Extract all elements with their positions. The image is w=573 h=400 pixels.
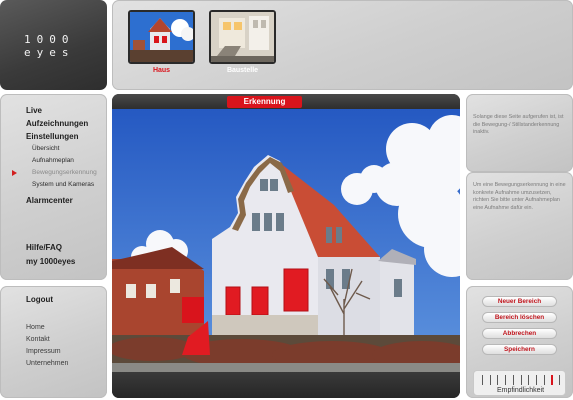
camera-thumbnail-baustelle[interactable]: [209, 10, 276, 64]
save-button[interactable]: Speichern: [482, 344, 557, 355]
footer-link-home[interactable]: Home: [26, 324, 45, 331]
sensitivity-tick: [482, 375, 483, 385]
new-area-button[interactable]: Neuer Bereich: [482, 296, 557, 307]
camera-image[interactable]: [112, 109, 460, 372]
footer-link-kontakt[interactable]: Kontakt: [26, 336, 50, 343]
cancel-button[interactable]: Abbrechen: [482, 328, 557, 339]
nav-subitem-bewegungserkennung[interactable]: Bewegungserkennung: [32, 169, 97, 176]
nav-item-live[interactable]: Live: [26, 106, 42, 115]
logout-link[interactable]: Logout: [26, 295, 53, 304]
sensitivity-tick: [543, 375, 545, 385]
tab-erkennung[interactable]: Erkennung: [227, 96, 302, 108]
footer-link-impressum[interactable]: Impressum: [26, 348, 61, 355]
sensitivity-tick: [489, 375, 491, 385]
sensitivity-tick: [559, 375, 560, 385]
camera-thumbnail-bar: Haus Baustelle: [112, 0, 573, 90]
sensitivity-tick: [512, 375, 514, 385]
sensitivity-tick: [505, 375, 507, 385]
main-navigation: Live Aufzeichnungen Einstellungen Übersi…: [0, 94, 107, 280]
nav-item-alarmcenter[interactable]: Alarmcenter: [26, 196, 73, 205]
info-panel-inactive: Solange diese Seite aufgerufen ist, ist …: [466, 94, 573, 172]
thumbnail-label-haus: Haus: [152, 67, 171, 74]
nav-subitem-system-und-kameras[interactable]: System und Kameras: [32, 181, 94, 188]
info-text-inactive: Solange diese Seite aufgerufen ist, ist …: [473, 114, 564, 136]
sensitivity-label: Empfindlichkeit: [496, 387, 545, 394]
camera-thumbnail-haus[interactable]: [128, 10, 195, 64]
info-text-hint: Um eine Bewegungserkennung in eine konkr…: [473, 182, 566, 211]
sensitivity-tick: [535, 375, 537, 385]
nav-item-einstellungen[interactable]: Einstellungen: [26, 132, 78, 141]
nav-item-my-1000eyes[interactable]: my 1000eyes: [26, 257, 75, 266]
active-arrow-icon: [12, 170, 17, 176]
logo-line-2: eyes: [24, 46, 75, 59]
detection-controls: Neuer Bereich Bereich löschen Abbrechen …: [466, 286, 573, 398]
footer-navigation: Logout Home Kontakt Impressum Unternehme…: [0, 286, 107, 398]
sensitivity-tick: [528, 375, 530, 385]
nav-item-aufzeichnungen[interactable]: Aufzeichnungen: [26, 119, 88, 128]
camera-view-header: Erkennung: [112, 94, 460, 109]
logo-line-1: 1000: [24, 33, 75, 46]
nav-subitem-uebersicht[interactable]: Übersicht: [32, 145, 59, 152]
info-panel-hint: Um eine Bewegungserkennung in eine konkr…: [466, 172, 573, 280]
footer-link-unternehmen[interactable]: Unternehmen: [26, 360, 68, 367]
camera-view-footer: [112, 372, 460, 398]
sensitivity-tick: [497, 375, 499, 385]
nav-subitem-aufnahmeplan[interactable]: Aufnahmeplan: [32, 157, 74, 164]
sensitivity-handle[interactable]: [551, 375, 554, 385]
delete-area-button[interactable]: Bereich löschen: [482, 312, 557, 323]
sensitivity-tick: [520, 375, 522, 385]
logo-1000eyes: 1000 eyes: [0, 0, 107, 90]
sensitivity-slider[interactable]: Empfindlichkeit: [473, 370, 566, 396]
nav-item-hilfe-faq[interactable]: Hilfe/FAQ: [26, 243, 62, 252]
thumbnail-label-baustelle: Baustelle: [226, 67, 259, 74]
camera-view-panel: Erkennung: [112, 94, 460, 398]
